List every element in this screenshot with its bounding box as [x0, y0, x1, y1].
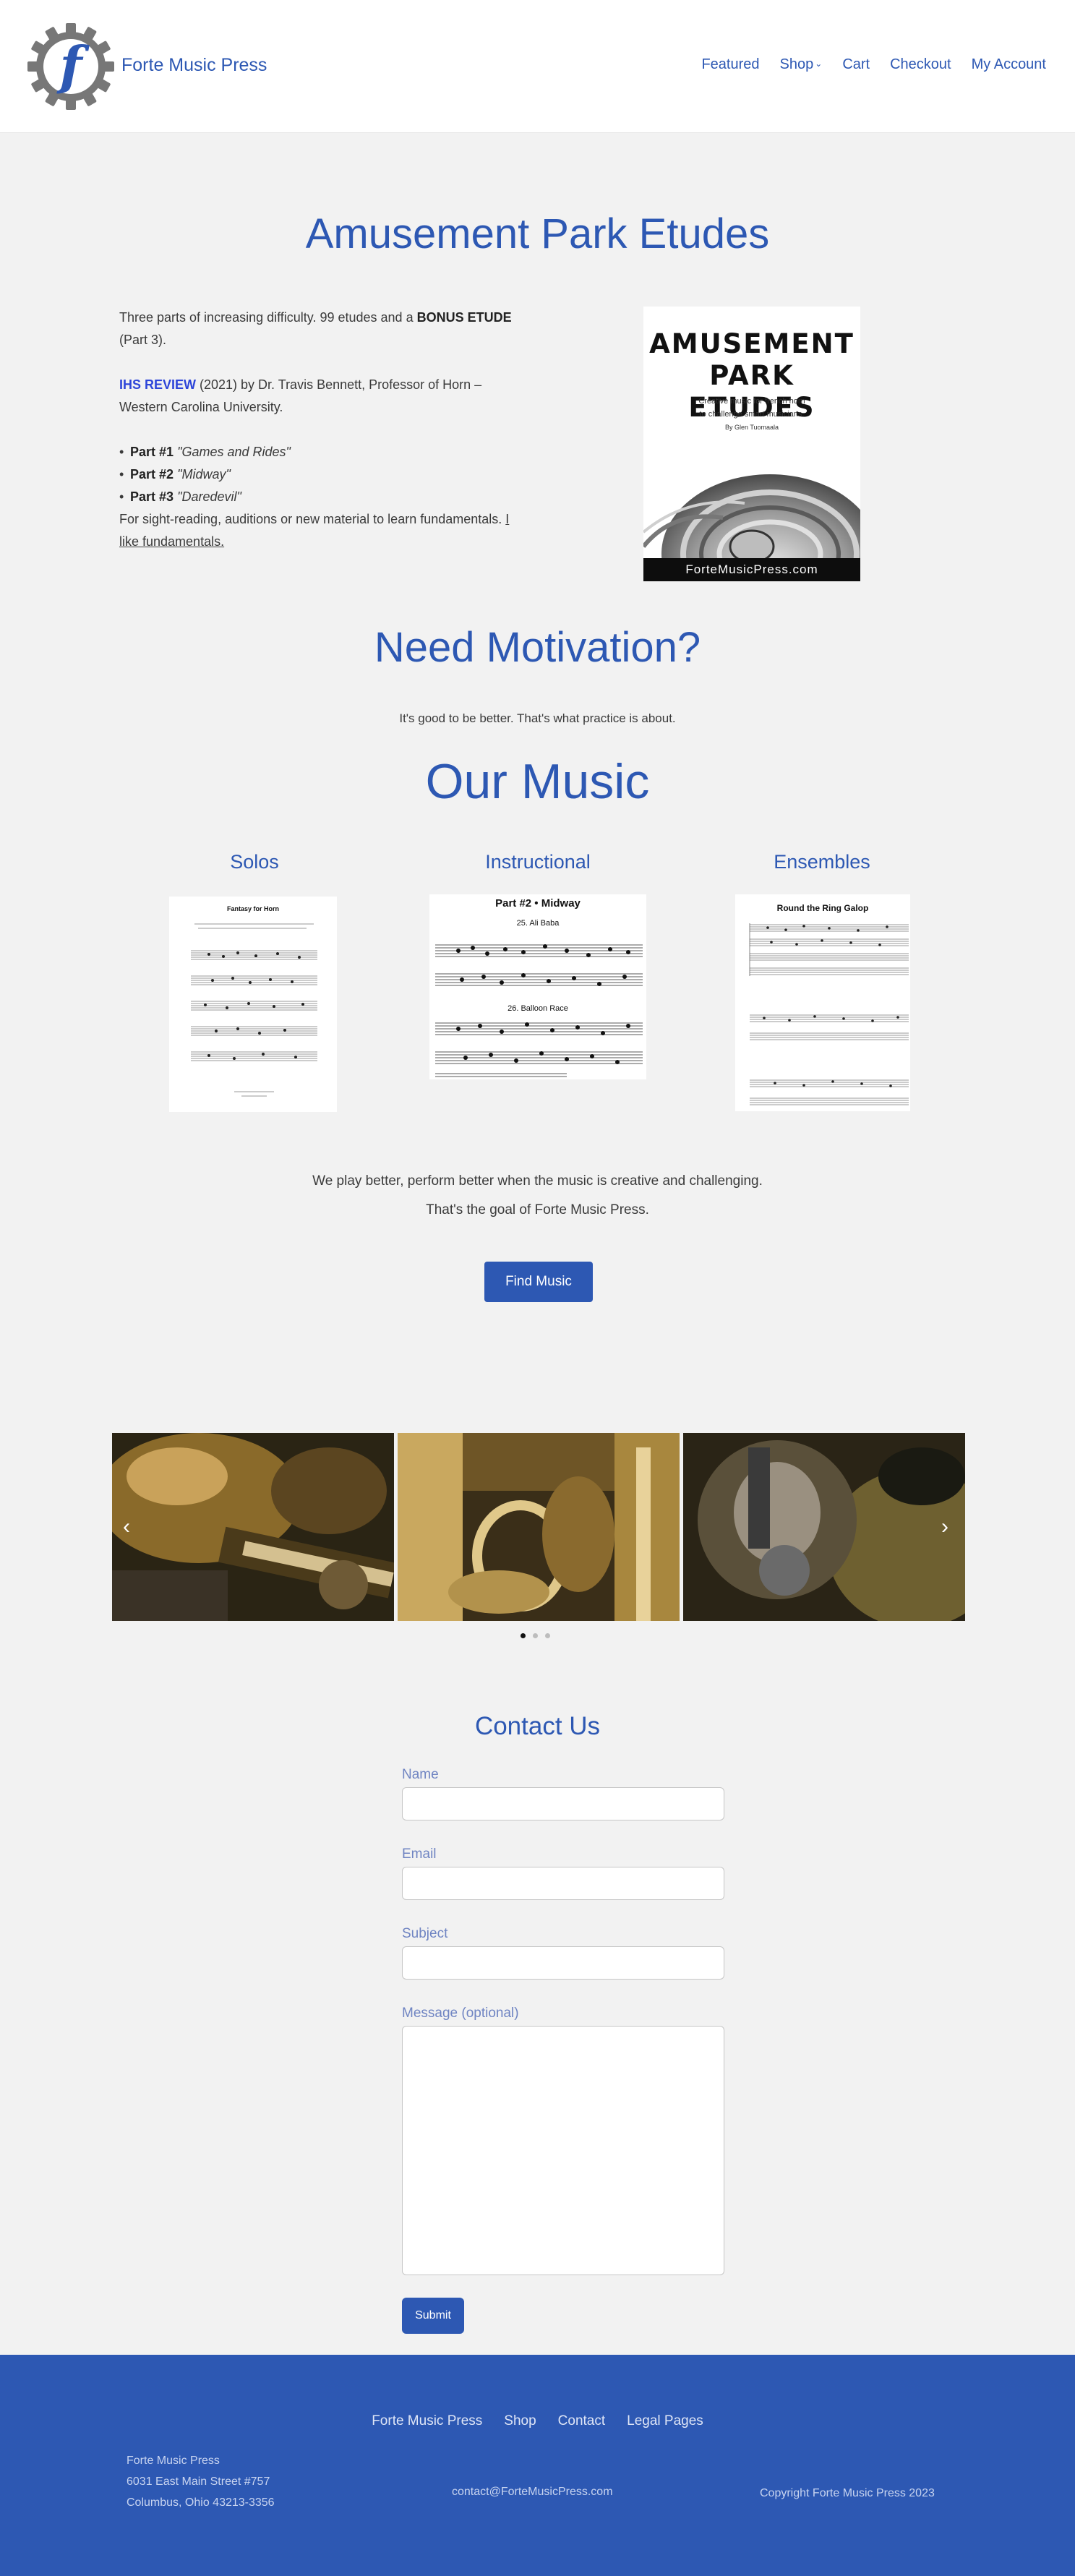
nav-shop[interactable]: Shop ⌄	[780, 56, 823, 73]
nav-featured[interactable]: Featured	[701, 56, 759, 73]
message-label: Message (optional)	[402, 2006, 519, 2021]
etudes-review: IHS REVIEW (2021) by Dr. Travis Bennett,…	[119, 374, 521, 419]
name-label: Name	[402, 1767, 439, 1782]
staff-lines-image	[435, 944, 643, 1077]
etudes-title: Amusement Park Etudes	[305, 210, 770, 257]
message-textarea[interactable]	[402, 2026, 724, 2275]
music-desc-line2: That's the goal of Forte Music Press.	[426, 1202, 649, 1218]
piece-title-1: 25. Ali Baba	[516, 919, 560, 928]
slide-brass-1[interactable]	[112, 1433, 394, 1621]
slider-dot-2[interactable]	[533, 1633, 538, 1638]
category-ensembles-label[interactable]: Ensembles	[714, 851, 930, 873]
nav-my-account[interactable]: My Account	[972, 56, 1046, 73]
intro-post-text: (Part 3).	[119, 333, 167, 347]
slider-dot-3[interactable]	[545, 1633, 550, 1638]
etudes-outro: For sight-reading, auditions or new mate…	[119, 508, 521, 553]
image-slider	[112, 1433, 965, 1621]
solos-sheet-image[interactable]: Fantasy for Horn	[169, 897, 337, 1112]
site-footer: Forte Music Press Shop Contact Legal Pag…	[0, 2355, 1075, 2576]
chevron-right-icon[interactable]: ›	[941, 1516, 948, 1538]
site-header: f Forte Music Press Featured Shop ⌄ Cart …	[0, 0, 1075, 133]
book-author: By Glen Tuomaala	[724, 424, 779, 431]
solos-sheet-title: Fantasy for Horn	[226, 905, 279, 912]
book-subtitle-line2: to challenge smart musicians.	[699, 410, 805, 419]
etudes-description: Three parts of increasing difficulty. 99…	[119, 307, 521, 553]
footer-nav: Forte Music Press Shop Contact Legal Pag…	[0, 2413, 1075, 2429]
address-line1: Forte Music Press	[127, 2455, 220, 2467]
name-field[interactable]	[402, 1787, 724, 1820]
main-nav: Featured Shop ⌄ Cart Checkout My Account	[701, 56, 1046, 73]
part-name: "Midway"	[177, 467, 231, 482]
slide-brass-2[interactable]	[398, 1433, 680, 1621]
nav-cart[interactable]: Cart	[842, 56, 870, 73]
motivation-text: It's good to be better. That's what prac…	[399, 711, 676, 725]
list-item: Part #2 "Midway"	[119, 463, 521, 486]
list-item: Part #3 "Daredevil"	[119, 486, 521, 508]
french-horn-image	[643, 474, 860, 560]
book-title-line1: AMUSEMENT	[649, 328, 855, 359]
slide-brass-3[interactable]	[683, 1433, 965, 1621]
submit-button[interactable]: Submit	[402, 2298, 464, 2334]
part-label: Part #1	[130, 445, 174, 459]
staff-lines-image	[749, 923, 909, 1105]
etudes-intro: Three parts of increasing difficulty. 99…	[119, 307, 521, 351]
part-label: Part #3	[130, 489, 174, 504]
ensembles-sheet-title: Round the Ring Galop	[776, 903, 869, 913]
contact-form: Name Email Subject Message (optional)	[402, 1767, 724, 2301]
parts-list: Part #1 "Games and Rides" Part #2 "Midwa…	[119, 441, 521, 508]
logo-gear-f-icon[interactable]: f	[26, 22, 116, 111]
part-name: "Daredevil"	[177, 489, 241, 504]
footer-link-legal[interactable]: Legal Pages	[627, 2413, 703, 2429]
ihs-review-link[interactable]: IHS REVIEW	[119, 377, 196, 392]
site-title-link[interactable]: Forte Music Press	[121, 55, 267, 76]
our-music-title: Our Music	[425, 754, 650, 809]
find-music-button[interactable]: Find Music	[484, 1262, 593, 1302]
motivation-title: Need Motivation?	[374, 624, 701, 671]
contact-title: Contact Us	[474, 1712, 601, 1740]
nav-checkout[interactable]: Checkout	[890, 56, 951, 73]
nav-shop-label: Shop	[779, 56, 814, 72]
footer-copyright: Copyright Forte Music Press 2023	[760, 2487, 935, 2499]
ensembles-sheet-image[interactable]: Round the Ring Galop	[735, 894, 910, 1111]
part-label: Part #2	[130, 467, 174, 482]
footer-address: Forte Music Press 6031 East Main Street …	[127, 2450, 275, 2513]
email-label: Email	[402, 1847, 437, 1862]
book-footer-url: FortеMusicPress.com	[643, 558, 860, 581]
category-instructional-label[interactable]: Instructional	[429, 851, 646, 873]
brass-valves-image	[398, 1433, 680, 1621]
book-subtitle: Creative music for french horn to challen…	[643, 395, 860, 421]
category-solos-label[interactable]: Solos	[146, 851, 363, 873]
address-line2: 6031 East Main Street #757	[127, 2476, 270, 2488]
brass-mouthpiece-image	[683, 1433, 965, 1621]
intro-text: Three parts of increasing difficulty. 99…	[119, 310, 417, 325]
bonus-etude-text: BONUS ETUDE	[416, 310, 512, 325]
footer-email[interactable]: contact@ForteMusicPress.com	[452, 2486, 613, 2499]
part-name: "Games and Rides"	[177, 445, 291, 459]
book-cover-image[interactable]: AMUSEMENT PARK ETUDES Creative music for …	[643, 307, 860, 581]
book-subtitle-line1: Creative music for french horn	[698, 397, 805, 406]
slider-dots	[521, 1633, 550, 1638]
address-line3: Columbus, Ohio 43213-3356	[127, 2496, 275, 2509]
chevron-left-icon[interactable]: ‹	[123, 1516, 130, 1538]
chevron-down-icon[interactable]: ⌄	[815, 59, 822, 69]
brass-instrument-image	[112, 1433, 394, 1621]
slider-dot-1[interactable]	[521, 1633, 526, 1638]
instructional-sheet-title: Part #2 • Midway	[495, 897, 581, 910]
list-item: Part #1 "Games and Rides"	[119, 441, 521, 463]
footer-link-home[interactable]: Forte Music Press	[372, 2413, 482, 2429]
instructional-sheet-image[interactable]: Part #2 • Midway 25. Ali Baba 26. Balloo…	[429, 894, 646, 1079]
footer-link-shop[interactable]: Shop	[504, 2413, 536, 2429]
email-field[interactable]	[402, 1867, 724, 1900]
footer-link-contact[interactable]: Contact	[558, 2413, 605, 2429]
subject-field[interactable]	[402, 1946, 724, 1980]
subject-label: Subject	[402, 1926, 448, 1941]
music-desc-line1: We play better, perform better when the …	[312, 1173, 763, 1189]
staff-lines-image	[191, 923, 317, 1097]
outro-text: For sight-reading, auditions or new mate…	[119, 512, 506, 526]
